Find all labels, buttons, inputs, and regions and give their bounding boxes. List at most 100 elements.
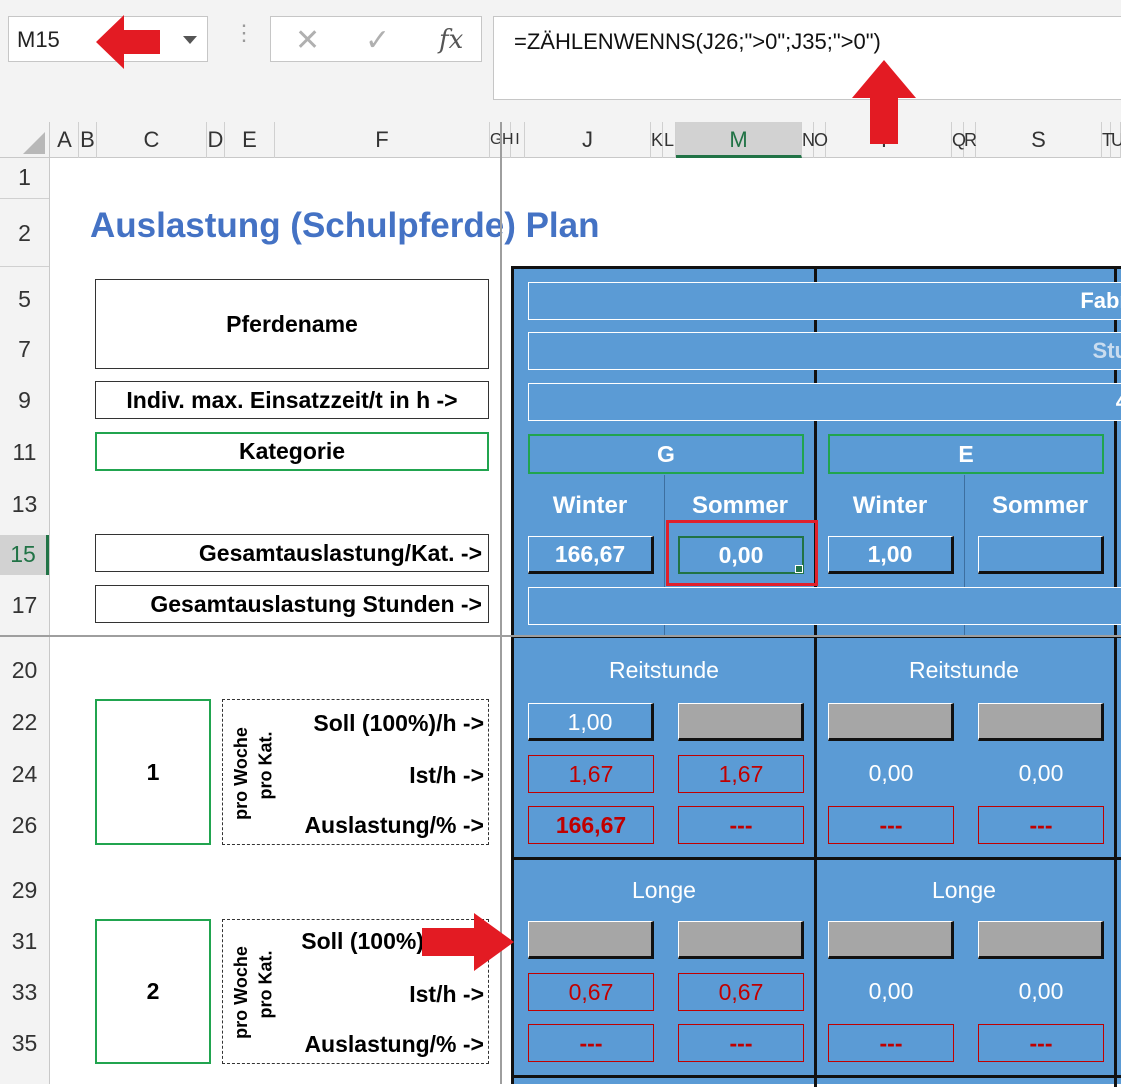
name-box-value: M15 bbox=[17, 27, 60, 52]
group-2-number[interactable]: 2 bbox=[95, 919, 211, 1064]
col-header-k[interactable]: K bbox=[651, 122, 663, 158]
soll-value-empty[interactable] bbox=[978, 703, 1104, 741]
auslastung-value[interactable]: --- bbox=[828, 806, 954, 844]
total-value[interactable] bbox=[978, 536, 1104, 574]
col-header-j[interactable]: J bbox=[525, 122, 651, 158]
auslastung-value[interactable]: --- bbox=[678, 806, 804, 844]
col-header-i[interactable]: I bbox=[511, 122, 525, 158]
col-header-o[interactable]: O bbox=[814, 122, 828, 158]
row-header-29[interactable]: 29 bbox=[0, 877, 49, 904]
row-header-26[interactable]: 26 bbox=[0, 812, 49, 839]
row-header-5[interactable]: 5 bbox=[0, 286, 49, 313]
row-header-11[interactable]: 11 bbox=[0, 439, 49, 466]
auslastung-value[interactable]: --- bbox=[828, 1024, 954, 1062]
col-header-l[interactable]: L bbox=[663, 122, 676, 158]
insert-function-icon[interactable]: fx bbox=[439, 25, 463, 55]
soll-label[interactable]: Soll (100%) bbox=[301, 928, 424, 955]
col-header-u[interactable]: U bbox=[1111, 122, 1121, 158]
col-header-e[interactable]: E bbox=[225, 122, 275, 158]
row-header-20[interactable]: 20 bbox=[0, 657, 49, 684]
chevron-down-icon[interactable] bbox=[183, 36, 197, 44]
auslastung-label[interactable]: Auslastung/% -> bbox=[304, 1031, 484, 1058]
formula-input[interactable]: =ZÄHLENWENNS(J26;">0";J35;">0") bbox=[493, 16, 1121, 100]
category-e[interactable]: E bbox=[828, 434, 1104, 474]
soll-label[interactable]: Soll (100%)/h -> bbox=[313, 710, 484, 737]
auslastung-value[interactable]: 166,67 bbox=[528, 806, 654, 844]
total-hours-bar[interactable] bbox=[528, 587, 1121, 625]
col-header-m[interactable]: M bbox=[676, 122, 802, 158]
soll-value-empty[interactable] bbox=[828, 921, 954, 959]
col-header-c[interactable]: C bbox=[97, 122, 207, 158]
category-g[interactable]: G bbox=[528, 434, 804, 474]
col-header-s[interactable]: S bbox=[976, 122, 1102, 158]
header-bar-1[interactable]: Fabr bbox=[528, 282, 1121, 320]
drag-handle-icon[interactable]: ⋮ bbox=[233, 22, 255, 44]
auslastung-label[interactable]: Auslastung/% -> bbox=[304, 812, 484, 839]
row-header-7[interactable]: 7 bbox=[0, 336, 49, 363]
gesamt-kat-cell[interactable]: Gesamtauslastung/Kat. -> bbox=[95, 534, 489, 572]
soll-value[interactable]: 1,00 bbox=[528, 703, 654, 741]
col-header-f[interactable]: F bbox=[275, 122, 490, 158]
auslastung-value[interactable]: --- bbox=[978, 806, 1104, 844]
ist-label[interactable]: Ist/h -> bbox=[409, 762, 484, 789]
soll-value-empty[interactable] bbox=[678, 703, 804, 741]
auslastung-value[interactable]: --- bbox=[678, 1024, 804, 1062]
kategorie-cell[interactable]: Kategorie bbox=[95, 432, 489, 471]
row-header-13[interactable]: 13 bbox=[0, 491, 49, 518]
auslastung-value[interactable]: --- bbox=[528, 1024, 654, 1062]
section-longe: Longe bbox=[632, 877, 696, 903]
pferdename-cell[interactable]: Pferdename bbox=[95, 279, 489, 369]
ist-value[interactable]: 0,00 bbox=[828, 973, 954, 1011]
ist-value[interactable]: 0,00 bbox=[978, 973, 1104, 1011]
header-bar-3[interactable]: 4 bbox=[528, 383, 1121, 421]
einsatzzeit-cell[interactable]: Indiv. max. Einsatzzeit/t in h -> bbox=[95, 381, 489, 419]
soll-value-empty[interactable] bbox=[978, 921, 1104, 959]
soll-value-empty[interactable] bbox=[828, 703, 954, 741]
enter-icon[interactable]: ✓ bbox=[365, 23, 390, 58]
cancel-icon[interactable]: ✕ bbox=[295, 23, 320, 58]
season-winter: Winter bbox=[852, 492, 928, 519]
section-reitstunde: Reitstunde bbox=[909, 657, 1019, 683]
row-divider bbox=[0, 266, 49, 267]
col-header-q[interactable]: Q bbox=[952, 122, 966, 158]
column-header-bar: A B C D E F G H I J K L M N O P Q R S T … bbox=[0, 122, 1121, 158]
col-header-r[interactable]: R bbox=[964, 122, 977, 158]
gesamt-std-cell[interactable]: Gesamtauslastung Stunden -> bbox=[95, 585, 489, 623]
soll-value-empty[interactable] bbox=[678, 921, 804, 959]
ist-value[interactable]: 0,00 bbox=[828, 755, 954, 793]
row-header-9[interactable]: 9 bbox=[0, 387, 49, 414]
row-header-35[interactable]: 35 bbox=[0, 1030, 49, 1057]
section-reitstunde: Reitstunde bbox=[609, 657, 719, 683]
ist-label[interactable]: Ist/h -> bbox=[409, 981, 484, 1008]
row-header-33[interactable]: 33 bbox=[0, 979, 49, 1006]
sheet-title[interactable]: Auslastung (Schulpferde) Plan bbox=[90, 206, 600, 246]
row-header-22[interactable]: 22 bbox=[0, 709, 49, 736]
ist-value[interactable]: 0,00 bbox=[978, 755, 1104, 793]
select-all-button[interactable] bbox=[0, 122, 50, 158]
row-header-31[interactable]: 31 bbox=[0, 928, 49, 955]
col-header-b[interactable]: B bbox=[79, 122, 97, 158]
row-header-15[interactable]: 15 bbox=[0, 535, 49, 575]
col-header-a[interactable]: A bbox=[51, 122, 79, 158]
ist-value[interactable]: 0,67 bbox=[528, 973, 654, 1011]
row-header-1[interactable]: 1 bbox=[0, 164, 49, 191]
fill-handle[interactable] bbox=[795, 565, 803, 573]
group-1-number[interactable]: 1 bbox=[95, 699, 211, 845]
col-header-n[interactable]: N bbox=[802, 122, 815, 158]
row-header-24[interactable]: 24 bbox=[0, 761, 49, 788]
ist-value[interactable]: 0,67 bbox=[678, 973, 804, 1011]
ist-value[interactable]: 1,67 bbox=[528, 755, 654, 793]
total-value[interactable]: 1,00 bbox=[828, 536, 954, 574]
soll-value-empty[interactable] bbox=[528, 921, 654, 959]
group-1-labels: pro Woche pro Kat. Soll (100%)/h -> Ist/… bbox=[222, 699, 489, 845]
total-value[interactable]: 166,67 bbox=[528, 536, 654, 574]
col-header-h[interactable]: H bbox=[502, 122, 514, 158]
data-grid: Fabr Stu 4 G E Winter Sommer Winter Somm… bbox=[511, 266, 1121, 1087]
header-bar-2[interactable]: Stu bbox=[528, 332, 1121, 370]
col-header-t[interactable]: T bbox=[1102, 122, 1113, 158]
ist-value[interactable]: 1,67 bbox=[678, 755, 804, 793]
row-header-17[interactable]: 17 bbox=[0, 592, 49, 619]
col-header-d[interactable]: D bbox=[207, 122, 225, 158]
auslastung-value[interactable]: --- bbox=[978, 1024, 1104, 1062]
row-header-2[interactable]: 2 bbox=[0, 220, 49, 247]
